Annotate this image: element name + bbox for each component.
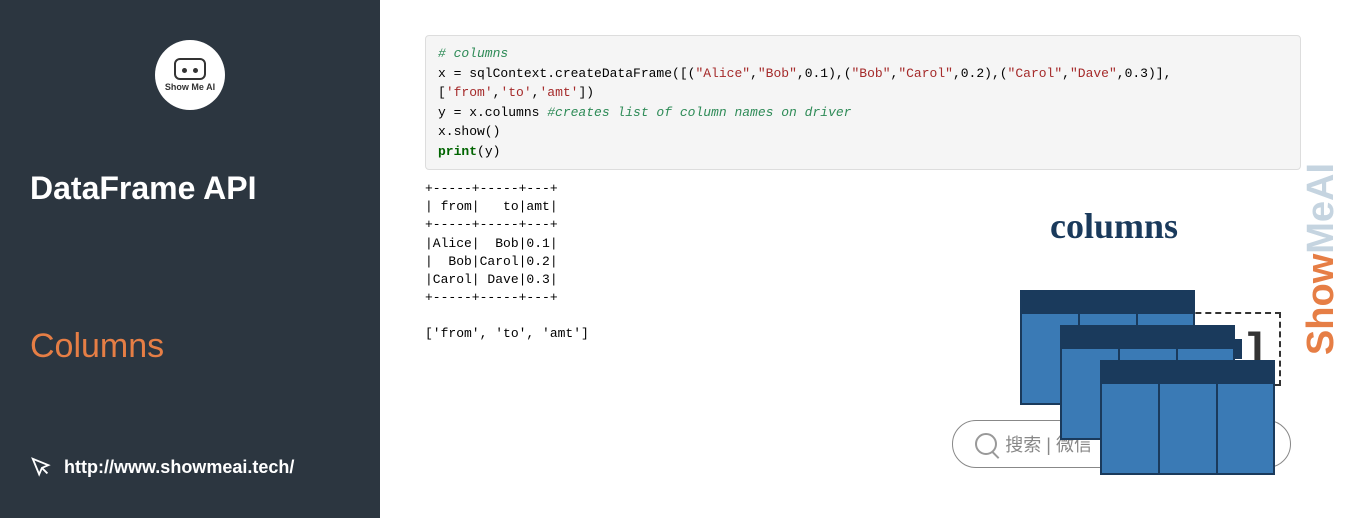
- table-icon: [1100, 360, 1275, 475]
- code-block: # columns x = sqlContext.createDataFrame…: [425, 35, 1301, 170]
- url-text: http://www.showmeai.tech/: [64, 457, 294, 478]
- main-content: ShowMeAI # columns x = sqlContext.create…: [380, 0, 1361, 518]
- search-icon: [975, 433, 997, 455]
- url-row: http://www.showmeai.tech/: [30, 456, 350, 478]
- columns-label: columns: [1050, 205, 1178, 247]
- section-title: Columns: [30, 327, 350, 366]
- logo-icon: Show Me AI: [155, 40, 225, 110]
- page-title: DataFrame API: [30, 170, 350, 207]
- sidebar: Show Me AI DataFrame API Columns http://…: [0, 0, 380, 518]
- logo-text: Show Me AI: [165, 82, 215, 92]
- cursor-icon: [30, 456, 52, 478]
- logo-container: Show Me AI: [30, 40, 350, 110]
- watermark: ShowMeAI: [1300, 163, 1343, 355]
